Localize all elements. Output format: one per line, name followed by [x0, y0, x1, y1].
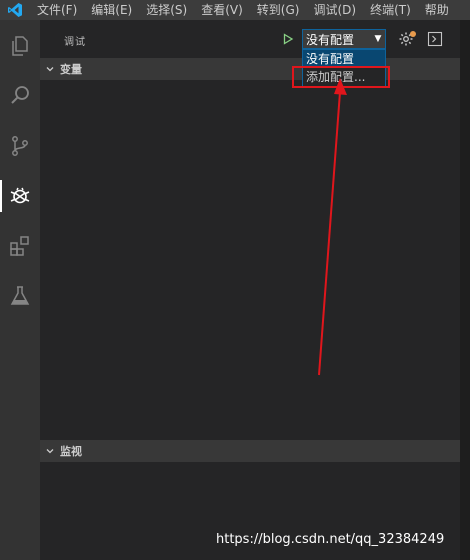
extensions-icon[interactable] — [0, 226, 40, 266]
menu-file[interactable]: 文件(F) — [30, 0, 84, 20]
search-icon[interactable] — [0, 76, 40, 116]
console-icon — [427, 31, 443, 47]
annotation-highlight-box — [292, 66, 390, 88]
play-icon — [283, 33, 294, 45]
menu-go[interactable]: 转到(G) — [250, 0, 307, 20]
open-debug-console-button[interactable] — [426, 30, 444, 48]
dropdown-arrow-icon: ▼ — [374, 34, 382, 44]
menu-bar: 文件(F) 编辑(E) 选择(S) 查看(V) 转到(G) 调试(D) 终端(T… — [0, 0, 470, 20]
variables-section-header[interactable]: 变量 — [40, 58, 460, 80]
menu-edit[interactable]: 编辑(E) — [84, 0, 139, 20]
menu-selection[interactable]: 选择(S) — [139, 0, 194, 20]
editor-area-edge — [460, 20, 470, 560]
activity-bar — [0, 20, 40, 560]
menu-debug[interactable]: 调试(D) — [306, 0, 363, 20]
watermark-text: https://blog.csdn.net/qq_32384249 — [216, 532, 445, 547]
watch-section-header[interactable]: 监视 — [40, 440, 460, 462]
chevron-down-icon — [40, 64, 60, 74]
source-control-icon[interactable] — [0, 126, 40, 166]
menu-view[interactable]: 查看(V) — [194, 0, 250, 20]
test-flask-icon[interactable] — [0, 276, 40, 316]
files-icon[interactable] — [0, 26, 40, 66]
configure-gear-button[interactable] — [396, 30, 416, 48]
launch-config-select[interactable]: 没有配置 ▼ — [302, 29, 386, 49]
start-debugging-button[interactable] — [280, 31, 296, 47]
menu-terminal[interactable]: 终端(T) — [363, 0, 418, 20]
menu-help[interactable]: 帮助 — [418, 0, 456, 20]
config-selected-value: 没有配置 — [306, 32, 355, 47]
variables-section-title: 变量 — [60, 63, 82, 76]
vscode-logo-icon — [0, 0, 30, 20]
debug-sidebar: 调试 没有配置 ▼ 变量 监视 没有配置 添加配置... — [40, 20, 460, 560]
watch-section-title: 监视 — [60, 445, 82, 458]
debug-header: 调试 没有配置 ▼ — [40, 20, 460, 58]
chevron-down-icon — [40, 446, 60, 456]
debug-title: 调试 — [64, 37, 86, 48]
debug-icon[interactable] — [0, 176, 40, 216]
notification-dot — [410, 31, 416, 37]
